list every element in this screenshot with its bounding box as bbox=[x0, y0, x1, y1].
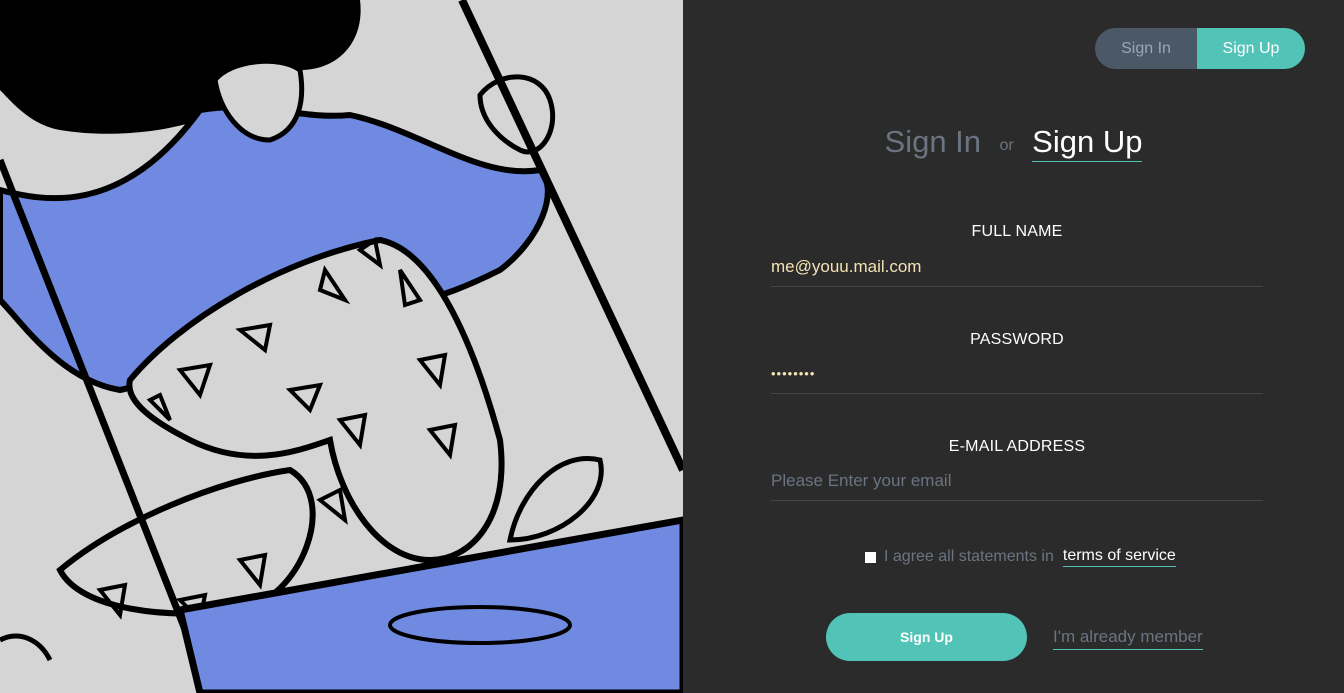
swing-illustration bbox=[0, 0, 683, 693]
toggle-sign-in[interactable]: Sign In bbox=[1095, 28, 1197, 69]
email-label: E-MAIL ADDRESS bbox=[948, 438, 1086, 455]
agree-checkbox[interactable] bbox=[865, 551, 876, 563]
password-input[interactable]: •••••••• bbox=[771, 366, 815, 381]
password-field[interactable]: •••••••• bbox=[771, 359, 1263, 394]
signup-panel: Sign In Sign Up Sign In or Sign Up FULL … bbox=[683, 0, 1344, 693]
full-name-label: FULL NAME bbox=[971, 223, 1063, 240]
terms-link[interactable]: terms of service bbox=[1062, 547, 1176, 567]
heading-sign-up-link[interactable]: Sign Up bbox=[1032, 124, 1143, 162]
heading-sign-in-link[interactable]: Sign In bbox=[885, 124, 982, 159]
sign-up-button[interactable]: Sign Up bbox=[826, 613, 1027, 661]
full-name-input[interactable] bbox=[771, 252, 1263, 282]
heading-or: or bbox=[999, 137, 1014, 154]
form-heading: Sign In or Sign Up bbox=[683, 124, 1344, 162]
terms-agreement: I agree all statements in terms of servi… bbox=[865, 547, 1176, 567]
illustration-panel bbox=[0, 0, 683, 693]
password-label: PASSWORD bbox=[970, 331, 1064, 348]
auth-toggle: Sign In Sign Up bbox=[1095, 28, 1305, 69]
email-field bbox=[771, 466, 1263, 501]
agree-text: I agree all statements in bbox=[884, 548, 1054, 565]
email-input[interactable] bbox=[771, 466, 1263, 496]
already-member-link[interactable]: I'm already member bbox=[1053, 627, 1203, 650]
full-name-field bbox=[771, 252, 1263, 287]
toggle-sign-up[interactable]: Sign Up bbox=[1197, 28, 1305, 69]
